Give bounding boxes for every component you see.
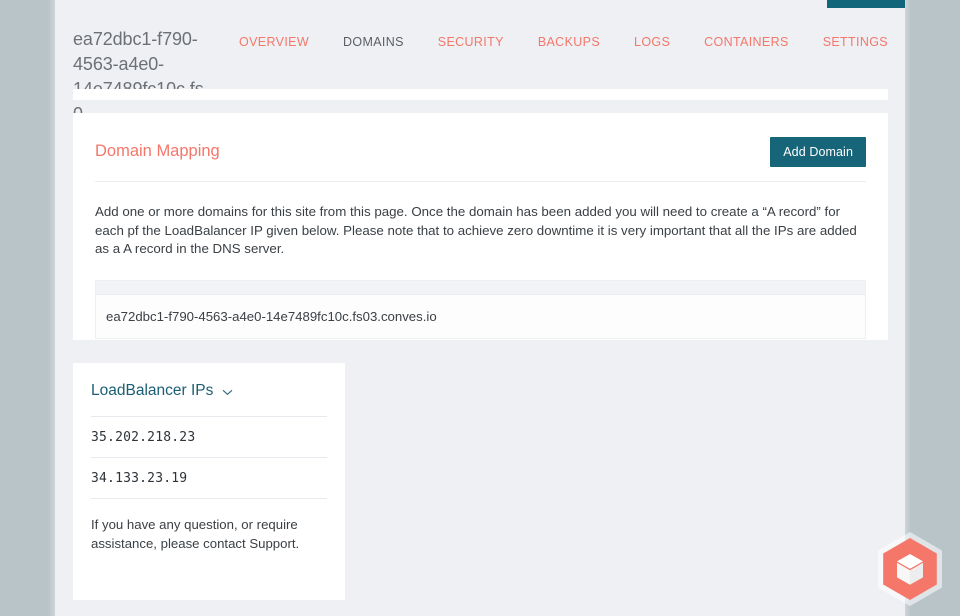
domain-mapping-title: Domain Mapping <box>95 142 220 161</box>
top-accent-bar <box>827 0 905 8</box>
page-title: ea72dbc1-f790-4563-a4e0-14e7489fc10c.fs0… <box>73 24 212 127</box>
loadbalancer-ips-title: LoadBalancer IPs <box>91 382 213 400</box>
support-note: If you have any question, or require ass… <box>91 499 327 553</box>
page-frame: ea72dbc1-f790-4563-a4e0-14e7489fc10c.fs0… <box>55 0 905 616</box>
loadbalancer-ips-card: LoadBalancer IPs 35.202.218.23 34.133.23… <box>73 363 345 600</box>
tab-containers[interactable]: CONTAINERS <box>687 35 806 49</box>
left-backdrop-edge <box>48 0 55 616</box>
domain-table-header <box>96 281 865 295</box>
collapsed-panel-strip <box>73 89 888 100</box>
tab-security[interactable]: SECURITY <box>421 35 521 49</box>
table-row[interactable]: ea72dbc1-f790-4563-a4e0-14e7489fc10c.fs0… <box>96 295 865 339</box>
cube-hexagon-icon <box>875 530 945 608</box>
right-backdrop-edge <box>905 0 911 616</box>
tab-overview[interactable]: OVERVIEW <box>222 35 326 49</box>
domain-mapping-header: Domain Mapping Add Domain <box>73 113 888 170</box>
domain-name: ea72dbc1-f790-4563-a4e0-14e7489fc10c.fs0… <box>106 309 437 324</box>
domain-mapping-description: Add one or more domains for this site fr… <box>73 182 888 259</box>
domain-mapping-card: Domain Mapping Add Domain Add one or mor… <box>73 113 888 340</box>
tab-domains[interactable]: DOMAINS <box>326 35 421 49</box>
domain-table: ea72dbc1-f790-4563-a4e0-14e7489fc10c.fs0… <box>95 280 866 339</box>
list-item: 34.133.23.19 <box>91 458 327 499</box>
chevron-down-icon <box>222 387 233 398</box>
main-nav: OVERVIEW DOMAINS SECURITY BACKUPS LOGS C… <box>222 24 905 49</box>
site-header: ea72dbc1-f790-4563-a4e0-14e7489fc10c.fs0… <box>55 10 905 82</box>
loadbalancer-ips-toggle[interactable]: LoadBalancer IPs <box>91 363 327 416</box>
list-item: 35.202.218.23 <box>91 417 327 458</box>
add-domain-button[interactable]: Add Domain <box>770 137 866 167</box>
tab-logs[interactable]: LOGS <box>617 35 687 49</box>
tab-backups[interactable]: BACKUPS <box>521 35 617 49</box>
tab-settings[interactable]: SETTINGS <box>806 35 905 49</box>
support-chat-widget[interactable] <box>875 530 945 608</box>
